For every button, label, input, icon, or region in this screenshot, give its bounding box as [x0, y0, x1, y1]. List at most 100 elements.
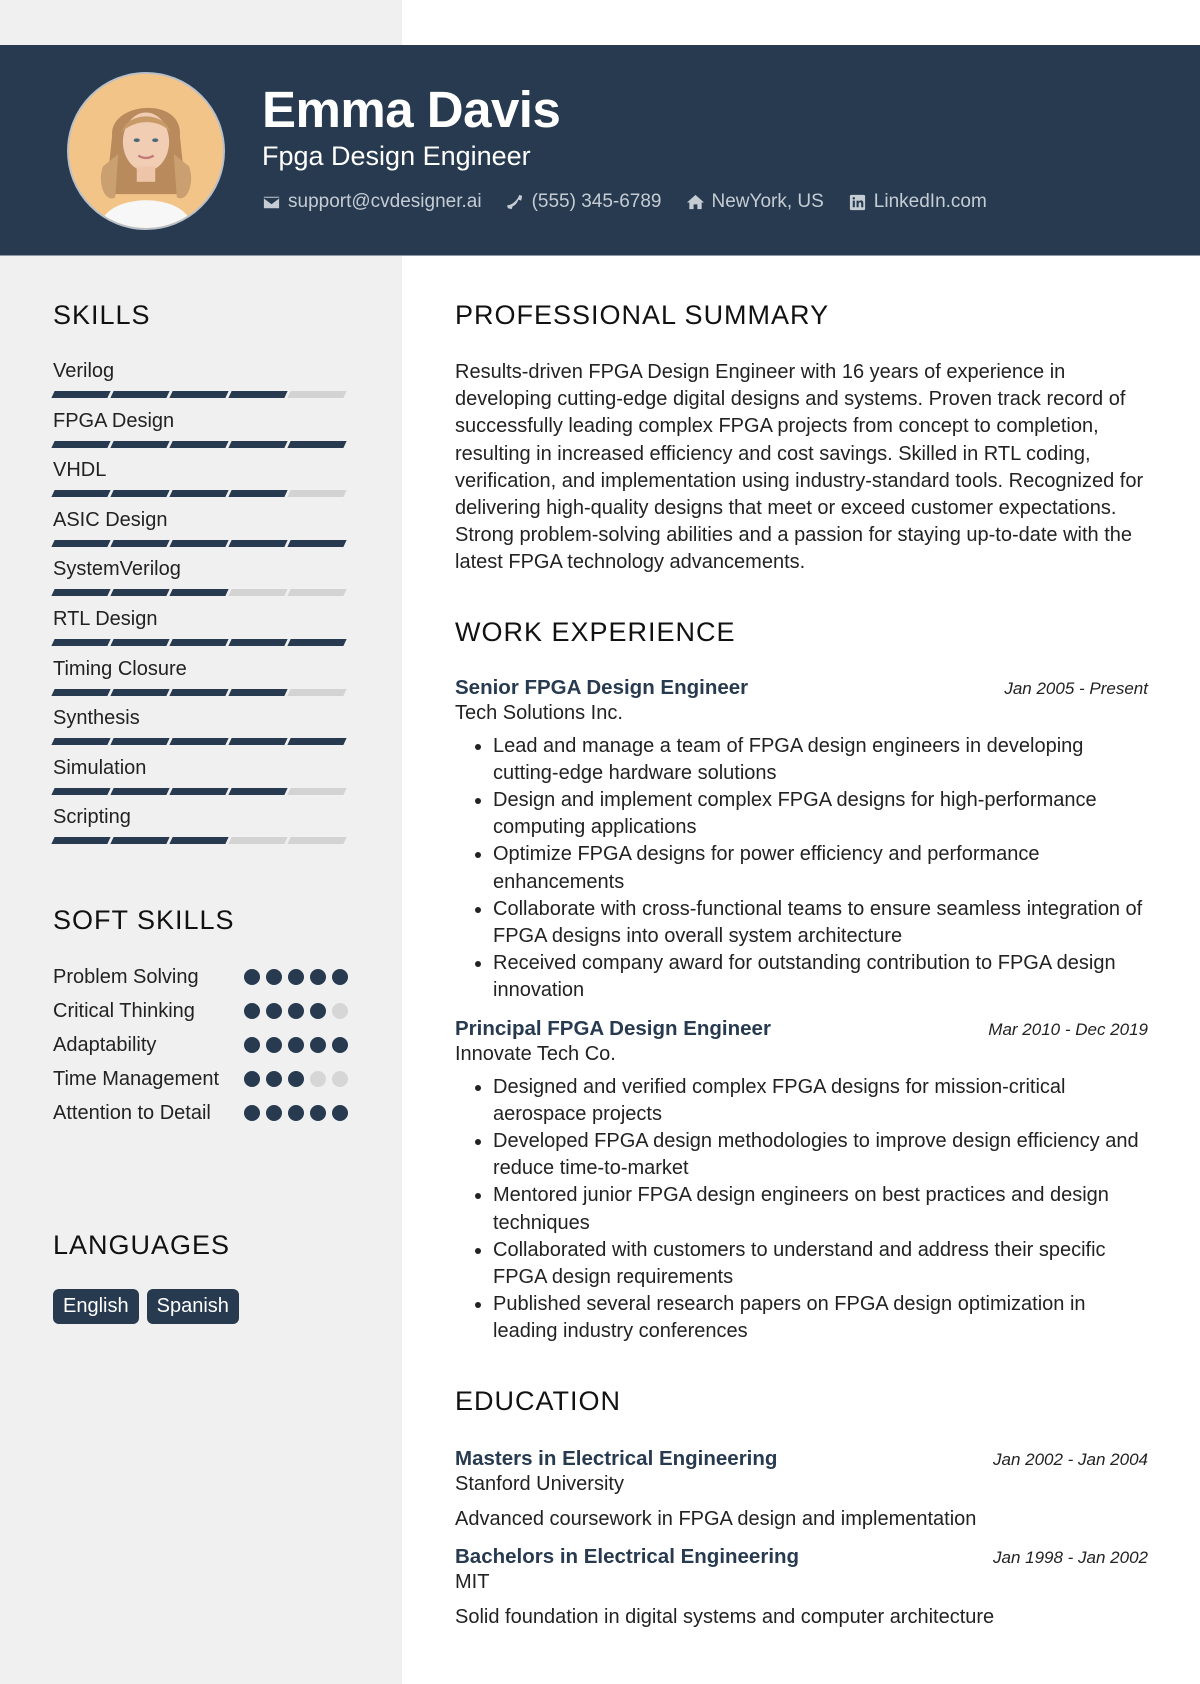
rating-dot-filled — [266, 1003, 282, 1019]
rating-dot-filled — [310, 969, 326, 985]
rating-dot-filled — [332, 969, 348, 985]
linkedin-icon — [849, 194, 865, 210]
contact-location-text: NewYork, US — [711, 191, 824, 212]
contact-email[interactable]: support@cvdesigner.ai — [262, 191, 482, 213]
skill-item: FPGA Design — [51, 409, 348, 459]
work-heading: WORK EXPERIENCE — [455, 616, 736, 647]
soft-skill-name: Critical Thinking — [53, 1000, 195, 1022]
contact-linkedin[interactable]: LinkedIn.com — [848, 191, 987, 213]
skill-segment-empty — [287, 787, 347, 795]
skill-segment-filled — [51, 688, 111, 696]
rating-dot-empty — [310, 1071, 326, 1087]
soft-skill-item: Time Management — [53, 1066, 348, 1093]
summary-heading: PROFESSIONAL SUMMARY — [455, 300, 830, 330]
rating-dot-empty — [332, 1071, 348, 1087]
skill-item: Scripting — [51, 805, 348, 855]
job-bullet: Mentored junior FPGA design engineers on… — [493, 1182, 1148, 1236]
job-header: Senior FPGA Design Engineer Jan 2005 - Pr… — [455, 676, 1148, 700]
language-badge: Spanish — [146, 1289, 239, 1324]
job-dates: Mar 2010 - Dec 2019 — [988, 1019, 1148, 1039]
language-badge: English — [53, 1289, 139, 1324]
job-header: Principal FPGA Design Engineer Mar 2010 -… — [455, 1017, 1148, 1041]
profile-photo-icon — [69, 74, 223, 228]
skill-name: SystemVerilog — [53, 558, 181, 581]
rating-dot-filled — [266, 969, 282, 985]
skill-segment-filled — [110, 490, 170, 498]
soft-skill-name: Problem Solving — [53, 966, 199, 988]
skill-segment-filled — [169, 837, 229, 845]
education-dates: Jan 1998 - Jan 2002 — [992, 1547, 1148, 1567]
rating-dot-filled — [288, 1037, 304, 1053]
soft-skill-item: Critical Thinking — [53, 998, 348, 1025]
skill-segment-filled — [110, 589, 170, 597]
job-entry: Principal FPGA Design Engineer Mar 2010 -… — [455, 1017, 1148, 1346]
skill-segment-filled — [228, 738, 288, 746]
skill-segment-filled — [169, 688, 229, 696]
skill-name: RTL Design — [53, 607, 158, 630]
skill-segment-filled — [51, 638, 111, 646]
skill-segment-filled — [110, 440, 170, 448]
job-title: Senior FPGA Design Engineer — [455, 675, 749, 699]
skill-segment-filled — [287, 539, 347, 547]
job-bullet: Collaborate with cross-functional teams … — [493, 896, 1148, 950]
job-company: Tech Solutions Inc. — [455, 701, 623, 724]
skill-level-bar — [51, 837, 348, 845]
school-name: MIT — [455, 1570, 490, 1593]
job-entry: Senior FPGA Design Engineer Jan 2005 - Pr… — [455, 676, 1148, 1005]
envelope-icon — [263, 196, 280, 208]
skill-name: ASIC Design — [53, 508, 168, 531]
skill-segment-filled — [228, 440, 288, 448]
rating-dot-filled — [244, 1003, 260, 1019]
contact-phone[interactable]: (555) 345-6789 — [506, 191, 662, 213]
skill-segment-filled — [51, 738, 111, 746]
skill-name: Synthesis — [53, 707, 140, 730]
rating-dot-filled — [310, 1037, 326, 1053]
skills-list: Verilog FPGA Design VHDL ASIC Design SystemV… — [51, 359, 348, 855]
soft-skill-item: Problem Solving — [53, 964, 348, 991]
rating-dot-filled — [288, 1105, 304, 1121]
contact-linkedin-text: LinkedIn.com — [873, 191, 987, 212]
skill-level-bar — [51, 440, 348, 448]
soft-skill-rating — [244, 1066, 348, 1087]
skill-segment-filled — [287, 638, 347, 646]
rating-dot-filled — [310, 1105, 326, 1121]
skill-segment-filled — [51, 490, 111, 498]
soft-skills-list: Problem Solving Critical Thinking Adaptabi… — [53, 964, 348, 1134]
skill-segment-filled — [287, 738, 347, 746]
education-list: Masters in Electrical Engineering Jan 200… — [455, 1447, 1148, 1631]
skill-item: ASIC Design — [51, 508, 348, 558]
job-bullet: Received company award for outstanding c… — [493, 950, 1148, 1004]
rating-dot-filled — [266, 1037, 282, 1053]
skill-segment-filled — [287, 440, 347, 448]
soft-skill-rating — [244, 1100, 348, 1121]
skill-segment-filled — [51, 837, 111, 845]
skill-segment-filled — [169, 440, 229, 448]
skill-segment-filled — [169, 490, 229, 498]
skills-heading: SKILLS — [53, 300, 151, 330]
skill-segment-filled — [110, 787, 170, 795]
skill-segment-filled — [228, 490, 288, 498]
languages-list: English Spanish — [53, 1289, 239, 1324]
candidate-title: Fpga Design Engineer — [262, 141, 531, 171]
education-dates: Jan 2002 - Jan 2004 — [992, 1449, 1148, 1469]
skill-segment-filled — [169, 539, 229, 547]
skill-segment-filled — [110, 539, 170, 547]
soft-skill-rating — [244, 1032, 348, 1053]
avatar — [67, 72, 225, 230]
skill-segment-filled — [110, 688, 170, 696]
skill-segment-filled — [169, 787, 229, 795]
contact-phone-text: (555) 345-6789 — [531, 191, 662, 212]
rating-dot-filled — [288, 1071, 304, 1087]
education-description: Solid foundation in digital systems and … — [455, 1605, 995, 1628]
education-entry: Bachelors in Electrical Engineering Jan 1… — [455, 1545, 1148, 1631]
summary-text: Results-driven FPGA Design Engineer with… — [455, 361, 1144, 574]
skill-level-bar — [51, 490, 348, 498]
skill-segment-filled — [228, 539, 288, 547]
rating-dot-filled — [288, 1003, 304, 1019]
rating-dot-filled — [244, 1071, 260, 1087]
soft-skill-item: Attention to Detail — [53, 1100, 348, 1127]
skill-item: Synthesis — [51, 706, 348, 756]
home-icon — [686, 194, 704, 209]
work-list: Senior FPGA Design Engineer Jan 2005 - Pr… — [455, 676, 1148, 1346]
skill-segment-filled — [169, 589, 229, 597]
